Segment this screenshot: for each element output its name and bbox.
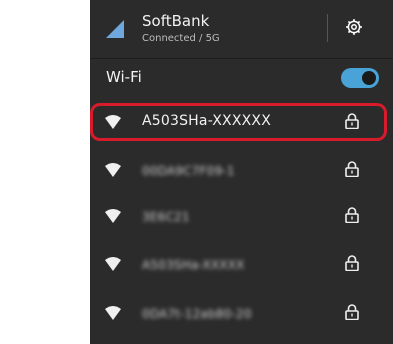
lock-icon — [345, 255, 359, 271]
carrier-status: Connected / 5G — [142, 33, 220, 44]
network-row[interactable]: 3E6C21 — [90, 195, 393, 239]
lock-icon — [345, 207, 359, 223]
selection-highlight — [90, 103, 387, 141]
wifi-icon — [105, 163, 121, 177]
wifi-panel: SoftBank Connected / 5G Wi-Fi A503SHa-XX… — [90, 0, 393, 344]
network-ssid: 3E6C21 — [142, 210, 190, 224]
wifi-icon — [105, 257, 121, 271]
wifi-toggle[interactable] — [341, 68, 379, 88]
gear-icon[interactable] — [345, 18, 363, 36]
carrier-name: SoftBank — [142, 12, 210, 30]
toggle-knob — [362, 71, 376, 85]
network-row[interactable]: 0DA7t-12ab80-20 — [90, 292, 393, 336]
network-row[interactable]: 00DA9C7F09-1 — [90, 149, 393, 193]
network-ssid: 00DA9C7F09-1 — [142, 164, 235, 178]
wifi-toggle-row[interactable]: Wi-Fi — [90, 58, 393, 98]
lock-icon — [345, 161, 359, 177]
network-ssid: 0DA7t-12ab80-20 — [142, 307, 252, 321]
network-row[interactable]: A503SHa-XXXXX — [90, 243, 393, 287]
wifi-icon — [105, 209, 121, 223]
lock-icon — [345, 304, 359, 320]
signal-triangle-icon — [106, 20, 124, 38]
carrier-card[interactable]: SoftBank Connected / 5G — [90, 0, 393, 58]
divider — [327, 14, 328, 42]
network-ssid: A503SHa-XXXXX — [142, 258, 245, 272]
wifi-icon — [105, 306, 121, 320]
wifi-label: Wi-Fi — [106, 68, 142, 86]
